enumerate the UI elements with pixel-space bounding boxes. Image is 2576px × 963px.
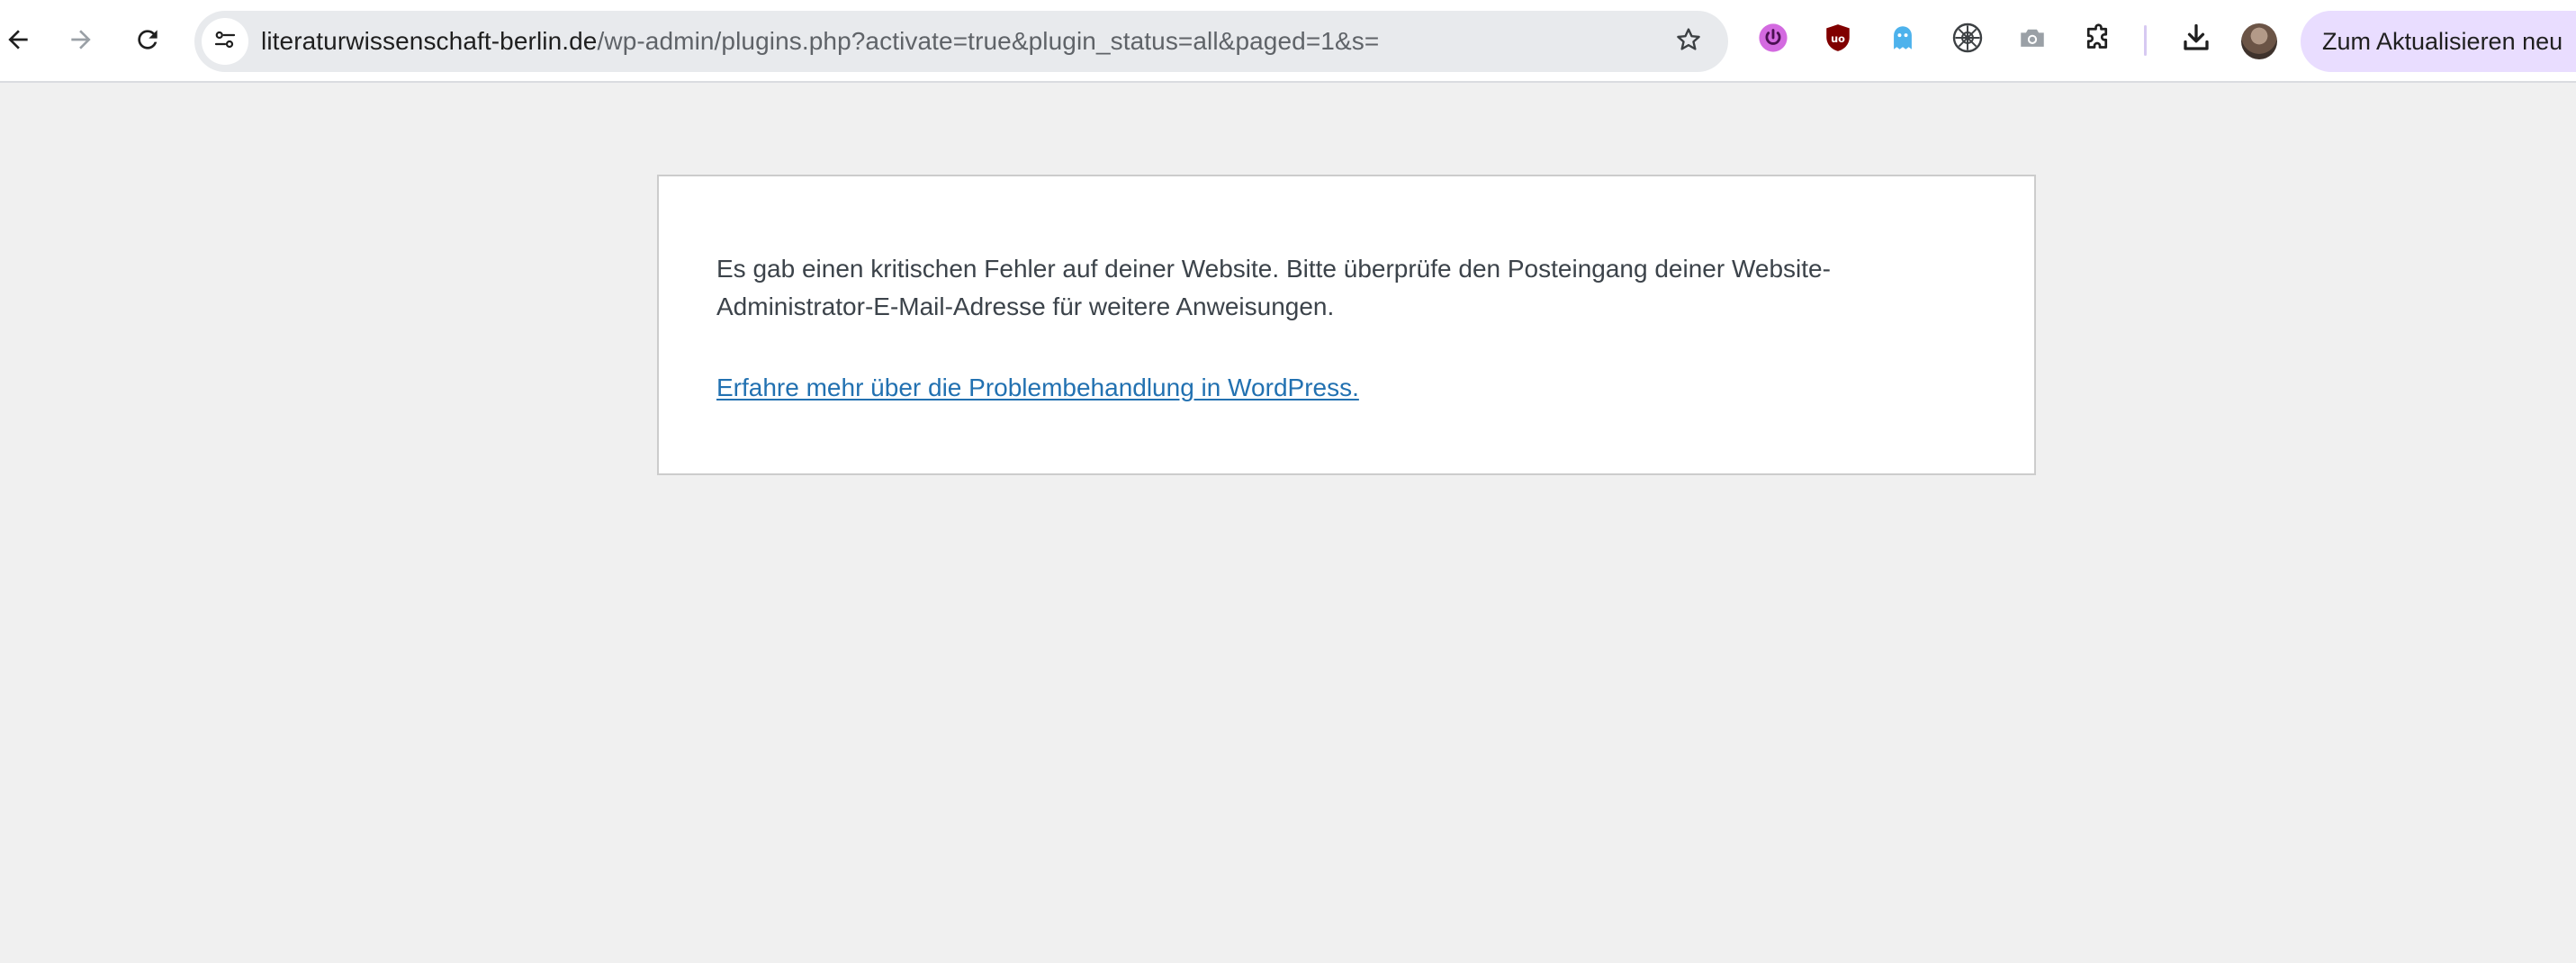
troubleshooting-link[interactable]: Erfahre mehr über die Problembehandlung … <box>716 374 1359 401</box>
avatar[interactable] <box>2241 23 2277 59</box>
toolbar-divider <box>2144 25 2147 56</box>
error-message: Es gab einen kritischen Fehler auf deine… <box>716 255 1831 320</box>
power-extension-button[interactable] <box>1748 14 1798 65</box>
bookmark-button[interactable] <box>1662 14 1716 68</box>
svg-text:uo: uo <box>1831 32 1845 44</box>
address-bar[interactable]: literaturwissenschaft-berlin.de/wp-admin… <box>194 11 1728 72</box>
help-link-paragraph: Erfahre mehr über die Problembehandlung … <box>716 369 1978 407</box>
arrow-right-icon <box>67 25 95 54</box>
forward-button[interactable] <box>54 13 108 67</box>
ublock-icon: uo <box>1823 22 1853 58</box>
reload-button[interactable] <box>121 13 175 67</box>
site-info-button[interactable] <box>202 18 248 65</box>
ghost-extension-icon <box>1887 22 1918 58</box>
tune-icon <box>212 26 239 58</box>
download-icon <box>2180 22 2212 58</box>
downloads-button[interactable] <box>2171 14 2221 65</box>
puzzle-extensions-icon <box>2081 22 2113 58</box>
camera-extension-icon <box>2017 22 2048 58</box>
back-button[interactable] <box>0 13 45 67</box>
error-message-box: Es gab einen kritischen Fehler auf deine… <box>657 175 2036 475</box>
reload-icon <box>133 25 162 54</box>
update-restart-button[interactable]: Zum Aktualisieren neu <box>2301 11 2576 72</box>
url-host: literaturwissenschaft-berlin.de <box>261 27 598 55</box>
camera-extension-button[interactable] <box>2007 14 2058 65</box>
browser-toolbar: literaturwissenschaft-berlin.de/wp-admin… <box>0 0 2576 83</box>
url-path: /wp-admin/plugins.php?activate=true&plug… <box>597 27 1380 55</box>
arrow-left-icon <box>4 25 32 54</box>
extensions-menu-button[interactable] <box>2072 14 2122 65</box>
ublock-extension-button[interactable]: uo <box>1813 14 1863 65</box>
url-text[interactable]: literaturwissenschaft-berlin.de/wp-admin… <box>261 11 1379 72</box>
star-icon <box>1674 25 1703 58</box>
perplexity-extension-icon <box>1951 22 1984 58</box>
perplexity-extension-button[interactable] <box>1942 14 1993 65</box>
power-extension-icon <box>1758 22 1788 58</box>
ghost-extension-button[interactable] <box>1878 14 1928 65</box>
